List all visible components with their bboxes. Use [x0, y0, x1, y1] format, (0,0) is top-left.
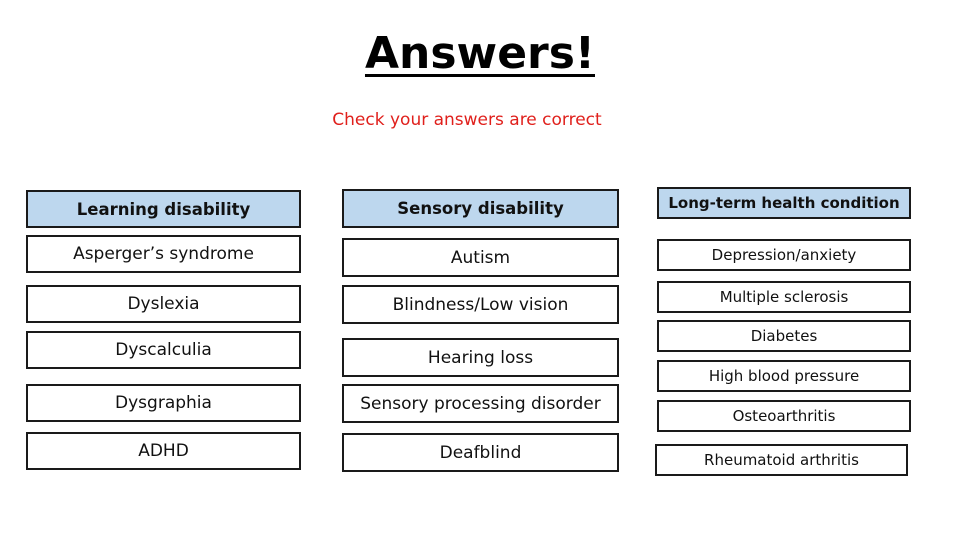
- learning-disability-header: Learning disability: [26, 190, 301, 228]
- answer-card: Asperger’s syndrome: [26, 235, 301, 273]
- answer-card: Dyslexia: [26, 285, 301, 323]
- long-term-health-condition-header: Long-term health condition: [657, 187, 911, 219]
- answer-card: Dysgraphia: [26, 384, 301, 422]
- page-title: Answers!: [364, 28, 595, 79]
- answer-card: Deafblind: [342, 433, 619, 472]
- answer-card: Dyscalculia: [26, 331, 301, 369]
- answer-card: ADHD: [26, 432, 301, 470]
- answer-card: Rheumatoid arthritis: [655, 444, 908, 476]
- answer-card: Sensory processing disorder: [342, 384, 619, 423]
- answer-card: Depression/anxiety: [657, 239, 911, 271]
- answer-card: High blood pressure: [657, 360, 911, 392]
- answer-card: Diabetes: [657, 320, 911, 352]
- answer-card: Autism: [342, 238, 619, 277]
- answer-card: Multiple sclerosis: [657, 281, 911, 313]
- sensory-disability-header: Sensory disability: [342, 189, 619, 228]
- page-subtitle: Check your answers are correct: [332, 110, 602, 130]
- answer-card: Blindness/Low vision: [342, 285, 619, 324]
- answer-card: Hearing loss: [342, 338, 619, 377]
- answer-card: Osteoarthritis: [657, 400, 911, 432]
